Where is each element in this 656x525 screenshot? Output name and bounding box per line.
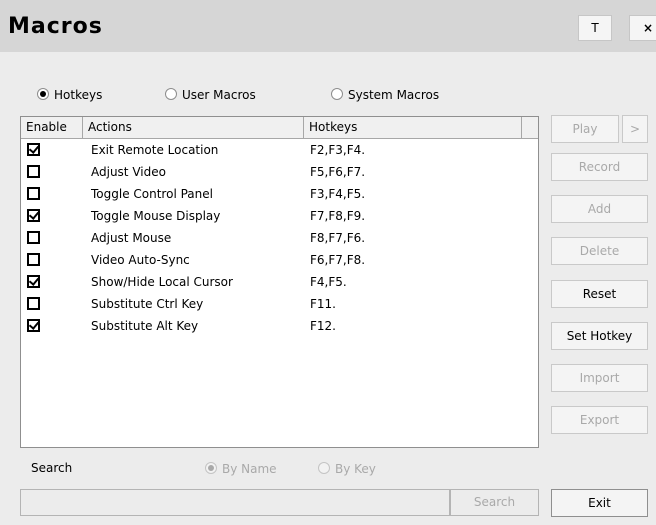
table-row[interactable]: Substitute Ctrl Key F11. xyxy=(21,293,538,315)
hotkeys-cell: F6,F7,F8. xyxy=(310,253,366,267)
action-cell: Exit Remote Location xyxy=(91,143,219,157)
radio-system-macros[interactable]: System Macros xyxy=(331,87,439,103)
enable-checkbox[interactable] xyxy=(27,209,40,222)
macros-table: Enable Actions Hotkeys Exit Remote Locat… xyxy=(20,116,539,448)
title-t-button[interactable]: T xyxy=(578,15,612,41)
action-cell: Toggle Mouse Display xyxy=(91,209,221,223)
radio-selected-icon xyxy=(205,462,217,474)
hotkeys-cell: F2,F3,F4. xyxy=(310,143,366,157)
action-cell: Substitute Ctrl Key xyxy=(91,297,204,311)
record-button[interactable]: Record xyxy=(551,153,648,181)
enable-checkbox[interactable] xyxy=(27,143,40,156)
close-button[interactable]: × xyxy=(629,15,656,41)
action-cell: Adjust Video xyxy=(91,165,166,179)
action-cell: Substitute Alt Key xyxy=(91,319,199,333)
hotkeys-cell: F7,F8,F9. xyxy=(310,209,366,223)
play-options-button[interactable]: > xyxy=(622,115,648,143)
search-button[interactable]: Search xyxy=(450,489,539,516)
exit-button[interactable]: Exit xyxy=(551,489,648,517)
hotkeys-cell: F8,F7,F6. xyxy=(310,231,366,245)
action-cell: Adjust Mouse xyxy=(91,231,172,245)
radio-unselected-icon xyxy=(318,462,330,474)
radio-user-macros-label: User Macros xyxy=(182,88,256,102)
column-header-hotkeys[interactable]: Hotkeys xyxy=(304,117,522,138)
radio-by-name-label: By Name xyxy=(222,462,277,476)
radio-by-name[interactable]: By Name xyxy=(205,461,277,477)
table-row[interactable]: Substitute Alt Key F12. xyxy=(21,315,538,337)
table-row[interactable]: Show/Hide Local Cursor F4,F5. xyxy=(21,271,538,293)
hotkeys-cell: F11. xyxy=(310,297,336,311)
radio-hotkeys-label: Hotkeys xyxy=(54,88,103,102)
add-button[interactable]: Add xyxy=(551,195,648,223)
column-header-actions[interactable]: Actions xyxy=(83,117,304,138)
radio-system-macros-label: System Macros xyxy=(348,88,440,102)
delete-button[interactable]: Delete xyxy=(551,237,648,265)
action-cell: Toggle Control Panel xyxy=(91,187,213,201)
play-button[interactable]: Play xyxy=(551,115,619,143)
table-row[interactable]: Toggle Control Panel F3,F4,F5. xyxy=(21,183,538,205)
enable-checkbox[interactable] xyxy=(27,319,40,332)
search-input[interactable] xyxy=(20,489,450,516)
enable-checkbox[interactable] xyxy=(27,253,40,266)
window-title: Macros xyxy=(8,14,103,39)
table-row[interactable]: Adjust Video F5,F6,F7. xyxy=(21,161,538,183)
radio-hotkeys[interactable]: Hotkeys xyxy=(37,87,102,103)
enable-checkbox[interactable] xyxy=(27,165,40,178)
action-cell: Video Auto-Sync xyxy=(91,253,190,267)
enable-checkbox[interactable] xyxy=(27,231,40,244)
radio-unselected-icon xyxy=(331,88,343,100)
column-header-filler xyxy=(522,117,538,138)
column-header-enable[interactable]: Enable xyxy=(21,117,83,138)
table-row[interactable]: Video Auto-Sync F6,F7,F8. xyxy=(21,249,538,271)
action-cell: Show/Hide Local Cursor xyxy=(91,275,233,289)
table-row[interactable]: Exit Remote Location F2,F3,F4. xyxy=(21,139,538,161)
import-button[interactable]: Import xyxy=(551,364,648,392)
radio-unselected-icon xyxy=(165,88,177,100)
table-header: Enable Actions Hotkeys xyxy=(21,117,538,139)
table-row[interactable]: Toggle Mouse Display F7,F8,F9. xyxy=(21,205,538,227)
hotkeys-cell: F3,F4,F5. xyxy=(310,187,366,201)
hotkeys-cell: F12. xyxy=(310,319,336,333)
enable-checkbox[interactable] xyxy=(27,297,40,310)
export-button[interactable]: Export xyxy=(551,406,648,434)
search-label: Search xyxy=(31,461,73,475)
enable-checkbox[interactable] xyxy=(27,275,40,288)
reset-button[interactable]: Reset xyxy=(551,280,648,308)
radio-by-key[interactable]: By Key xyxy=(318,461,376,477)
radio-by-key-label: By Key xyxy=(335,462,376,476)
radio-user-macros[interactable]: User Macros xyxy=(165,87,256,103)
hotkeys-cell: F4,F5. xyxy=(310,275,347,289)
hotkeys-cell: F5,F6,F7. xyxy=(310,165,366,179)
table-row[interactable]: Adjust Mouse F8,F7,F6. xyxy=(21,227,538,249)
enable-checkbox[interactable] xyxy=(27,187,40,200)
radio-selected-icon xyxy=(37,88,49,100)
set-hotkey-button[interactable]: Set Hotkey xyxy=(551,322,648,350)
